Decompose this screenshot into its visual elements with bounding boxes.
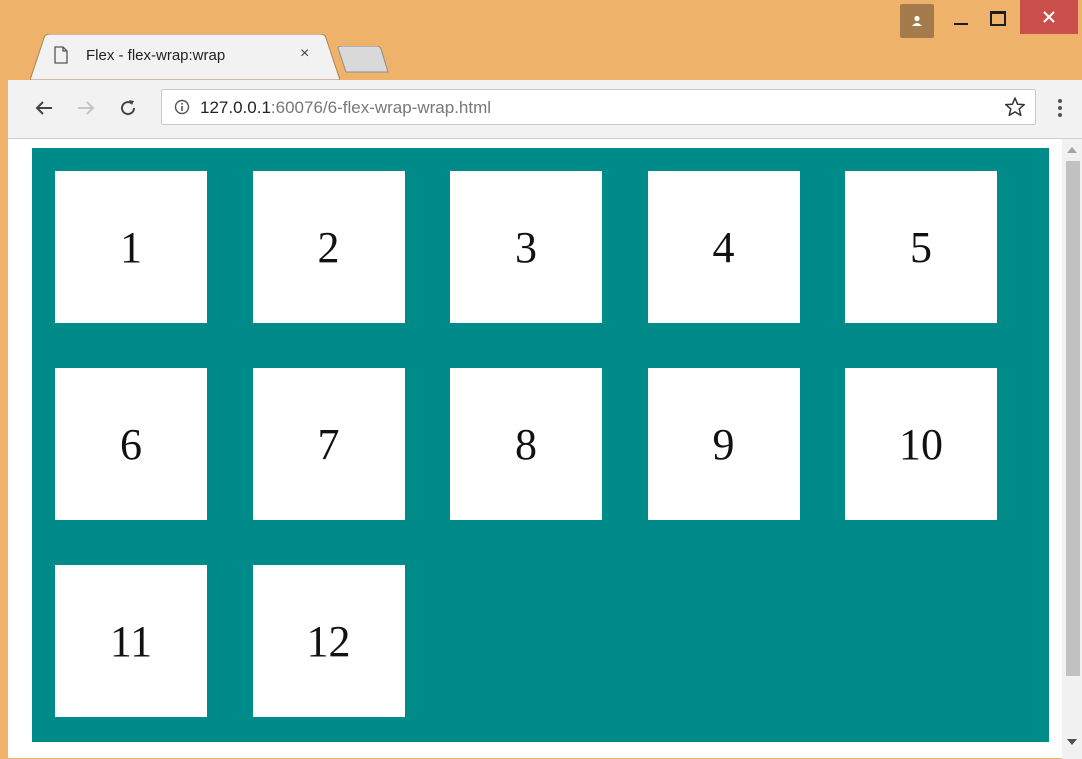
url-host: 127.0.0.1 [200,98,271,117]
flex-container: 1 2 3 4 5 6 7 8 9 10 11 12 [32,148,1049,742]
reload-icon [121,100,136,116]
profile-button[interactable] [900,4,934,38]
flex-item: 1 [55,171,207,323]
address-bar[interactable]: 127.0.0.1:60076/6-flex-wrap-wrap.html [161,89,1036,125]
scroll-down-arrow-icon[interactable] [1067,739,1077,745]
minimize-button[interactable] [944,0,978,36]
tab-active[interactable]: Flex - flex-wrap:wrap × [30,34,340,80]
flex-item: 3 [450,171,602,323]
scroll-up-arrow-icon[interactable] [1067,147,1077,153]
reload-button[interactable] [114,94,142,122]
back-button[interactable] [30,94,58,122]
browser-toolbar: 127.0.0.1:60076/6-flex-wrap-wrap.html [8,80,1082,138]
flex-item: 5 [845,171,997,323]
maximize-button[interactable] [980,0,1016,36]
profile-icon [912,15,922,26]
menu-button[interactable] [1048,94,1072,122]
flex-item: 12 [252,565,405,717]
menu-dots-icon [1058,106,1062,110]
new-tab-button[interactable] [336,46,390,74]
forward-arrow-icon [78,101,95,115]
forward-button[interactable] [72,94,100,122]
flex-item: 8 [450,368,602,520]
back-arrow-icon [35,101,52,115]
maximize-icon [990,10,1006,26]
flex-item: 6 [55,368,207,520]
flex-item: 11 [55,565,207,717]
flex-item: 7 [252,368,405,520]
minimize-icon [954,23,968,25]
menu-dots-icon [1058,99,1062,103]
window-left-border [0,138,8,758]
flex-item: 2 [252,171,405,323]
flex-item: 4 [647,171,800,323]
page-viewport: 1 2 3 4 5 6 7 8 9 10 11 12 [8,138,1082,759]
window-titlebar: Flex - flex-wrap:wrap × [0,0,1082,80]
info-icon [174,99,190,115]
flex-item: 9 [647,368,800,520]
star-icon[interactable] [1004,96,1026,118]
url-path: :60076/6-flex-wrap-wrap.html [270,98,492,117]
vertical-scrollbar[interactable] [1062,139,1082,759]
menu-dots-icon [1058,113,1062,117]
url-text: 127.0.0.1:60076/6-flex-wrap-wrap.html [200,98,491,118]
close-icon [1043,11,1055,23]
file-icon [54,46,68,64]
tab-title: Flex - flex-wrap:wrap [86,47,226,64]
tab-close-button[interactable]: × [300,45,309,63]
flex-item: 10 [845,368,997,520]
close-window-button[interactable] [1020,0,1078,34]
scrollbar-thumb[interactable] [1066,161,1080,676]
